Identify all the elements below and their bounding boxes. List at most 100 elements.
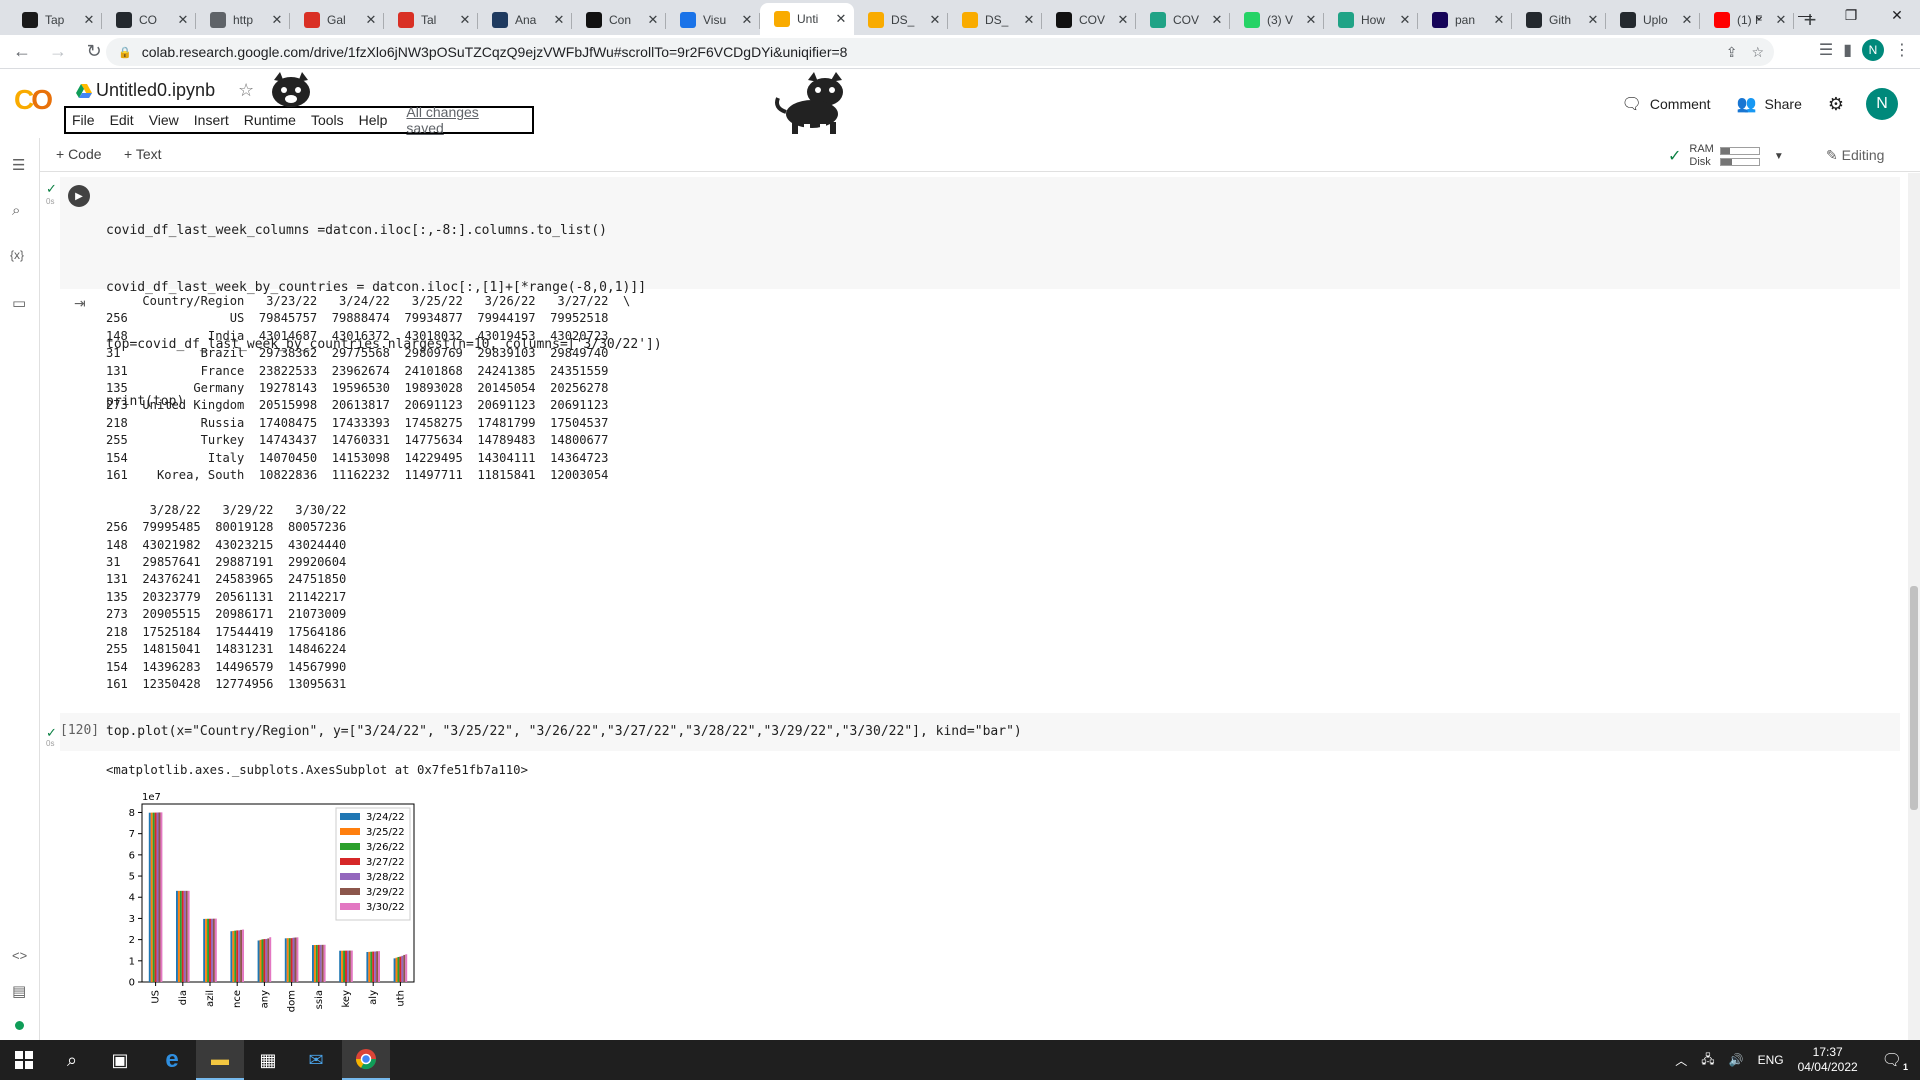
minimize-button[interactable]: —: [1782, 0, 1828, 30]
tab-close-icon[interactable]: ✕: [1586, 12, 1600, 28]
browser-tab[interactable]: Visu ✕: [666, 5, 760, 35]
tab-close-icon[interactable]: ✕: [646, 12, 660, 28]
legend-swatch: [340, 843, 360, 850]
menu-help[interactable]: Help: [359, 112, 388, 128]
menu-insert[interactable]: Insert: [194, 112, 229, 128]
bar: [350, 950, 353, 982]
variables-icon[interactable]: {x}: [10, 248, 24, 262]
reload-icon[interactable]: ↻: [80, 38, 108, 66]
browser-tab[interactable]: Tal ✕: [384, 5, 478, 35]
clock[interactable]: 17:37 04/04/2022: [1798, 1045, 1858, 1075]
volume-icon[interactable]: 🔊: [1729, 1053, 1744, 1067]
bookmark-star-icon[interactable]: ☆: [1751, 44, 1764, 61]
browser-tab[interactable]: Gith ✕: [1512, 5, 1606, 35]
language-indicator[interactable]: ENG: [1758, 1053, 1784, 1067]
browser-tab[interactable]: Uplo ✕: [1606, 5, 1700, 35]
tab-close-icon[interactable]: ✕: [1304, 12, 1318, 28]
resource-monitor[interactable]: ✓ RAM Disk ▼: [1668, 143, 1784, 169]
tab-close-icon[interactable]: ✕: [1022, 12, 1036, 28]
menu-view[interactable]: View: [149, 112, 179, 128]
output-menu-icon[interactable]: ⇥: [74, 295, 86, 312]
reading-list-icon[interactable]: ☰: [1819, 40, 1833, 60]
browser-tab[interactable]: Ana ✕: [478, 5, 572, 35]
tab-close-icon[interactable]: ✕: [82, 12, 96, 28]
tab-close-icon[interactable]: ✕: [552, 12, 566, 28]
browser-tab[interactable]: COV ✕: [1042, 5, 1136, 35]
chrome-icon[interactable]: [342, 1040, 390, 1080]
tab-close-icon[interactable]: ✕: [364, 12, 378, 28]
network-icon[interactable]: 🖧: [1701, 1050, 1714, 1071]
edge-browser-icon[interactable]: e: [148, 1040, 196, 1080]
browser-tab[interactable]: Con ✕: [572, 5, 666, 35]
settings-button[interactable]: ⚙: [1828, 94, 1844, 115]
file-explorer-icon[interactable]: ▬: [196, 1040, 244, 1080]
share-page-icon[interactable]: ⇪: [1726, 44, 1738, 61]
command-palette-icon[interactable]: ▤: [12, 982, 26, 1000]
browser-tab[interactable]: pan ✕: [1418, 5, 1512, 35]
tab-close-icon[interactable]: ✕: [1492, 12, 1506, 28]
tab-close-icon[interactable]: ✕: [1398, 12, 1412, 28]
code-cell[interactable]: [120] top.plot(x="Country/Region", y=["3…: [60, 713, 1900, 751]
browser-tab[interactable]: How ✕: [1324, 5, 1418, 35]
menu-file[interactable]: File: [72, 112, 95, 128]
tab-close-icon[interactable]: ✕: [1680, 12, 1694, 28]
add-code-button[interactable]: + Code: [56, 146, 102, 162]
colab-logo[interactable]: CO: [14, 84, 53, 116]
browser-tab[interactable]: CO ✕: [102, 5, 196, 35]
table-of-contents-icon[interactable]: ☰: [12, 156, 25, 174]
search-icon[interactable]: ⌕: [12, 202, 20, 219]
tab-search-icon[interactable]: ⌄: [1736, 0, 1782, 30]
browser-tab[interactable]: Gal ✕: [290, 5, 384, 35]
save-status-link[interactable]: All changes saved: [406, 104, 517, 136]
forward-arrow-icon[interactable]: →: [44, 38, 72, 66]
notebook-scrollbar[interactable]: [1908, 173, 1920, 1040]
browser-tab[interactable]: (3) V ✕: [1230, 5, 1324, 35]
star-icon[interactable]: ☆: [238, 80, 254, 101]
tab-close-icon[interactable]: ✕: [834, 11, 848, 27]
resource-dropdown-icon[interactable]: ▼: [1774, 151, 1784, 162]
user-avatar[interactable]: N: [1866, 88, 1898, 120]
browser-tab[interactable]: DS_ ✕: [854, 5, 948, 35]
notification-icon[interactable]: 🗨 1: [1882, 1050, 1908, 1072]
restore-button[interactable]: ❐: [1828, 0, 1874, 30]
run-cell-button[interactable]: ▶: [68, 185, 90, 207]
tab-close-icon[interactable]: ✕: [740, 12, 754, 28]
back-arrow-icon[interactable]: ←: [8, 38, 36, 66]
browser-tab[interactable]: DS_ ✕: [948, 5, 1042, 35]
tray-chevron-icon[interactable]: ︿: [1675, 1052, 1687, 1069]
profile-avatar[interactable]: N: [1862, 39, 1884, 61]
menu-edit[interactable]: Edit: [110, 112, 134, 128]
search-icon[interactable]: ⌕: [48, 1040, 96, 1080]
side-panel-icon[interactable]: ▮: [1843, 40, 1852, 60]
close-window-button[interactable]: ✕: [1874, 0, 1920, 30]
browser-tab[interactable]: Unti ✕: [760, 3, 854, 35]
tab-close-icon[interactable]: ✕: [1210, 12, 1224, 28]
browser-menu-icon[interactable]: ⋮: [1894, 40, 1910, 60]
mail-icon[interactable]: ✉: [292, 1040, 340, 1080]
notebook-title[interactable]: Untitled0.ipynb: [96, 80, 215, 101]
scrollbar-thumb[interactable]: [1910, 586, 1918, 810]
code-snippets-icon[interactable]: <>: [12, 948, 27, 963]
menu-tools[interactable]: Tools: [311, 112, 344, 128]
browser-tab[interactable]: COV ✕: [1136, 5, 1230, 35]
editing-mode-button[interactable]: ✎ Editing: [1826, 147, 1884, 164]
tab-close-icon[interactable]: ✕: [928, 12, 942, 28]
browser-tab[interactable]: Tap ✕: [8, 5, 102, 35]
windows-start-icon[interactable]: [0, 1040, 48, 1080]
lock-icon[interactable]: 🔒: [118, 46, 132, 59]
tab-close-icon[interactable]: ✕: [270, 12, 284, 28]
share-button[interactable]: 👥 Share: [1737, 94, 1802, 114]
address-bar[interactable]: 🔒 colab.research.google.com/drive/1fzXlo…: [106, 38, 1774, 66]
store-icon[interactable]: ▦: [244, 1040, 292, 1080]
tab-close-icon[interactable]: ✕: [458, 12, 472, 28]
folder-icon[interactable]: ▭: [12, 294, 26, 312]
tab-close-icon[interactable]: ✕: [176, 12, 190, 28]
cell-code[interactable]: top.plot(x="Country/Region", y=["3/24/22…: [106, 722, 1022, 741]
task-view-icon[interactable]: ▣: [96, 1040, 144, 1080]
tab-close-icon[interactable]: ✕: [1116, 12, 1130, 28]
add-text-button[interactable]: + Text: [124, 146, 162, 162]
code-cell[interactable]: ▶ covid_df_last_week_columns =datcon.ilo…: [60, 177, 1900, 409]
browser-tab[interactable]: http ✕: [196, 5, 290, 35]
menu-runtime[interactable]: Runtime: [244, 112, 296, 128]
comment-button[interactable]: 🗨 Comment: [1622, 94, 1711, 114]
